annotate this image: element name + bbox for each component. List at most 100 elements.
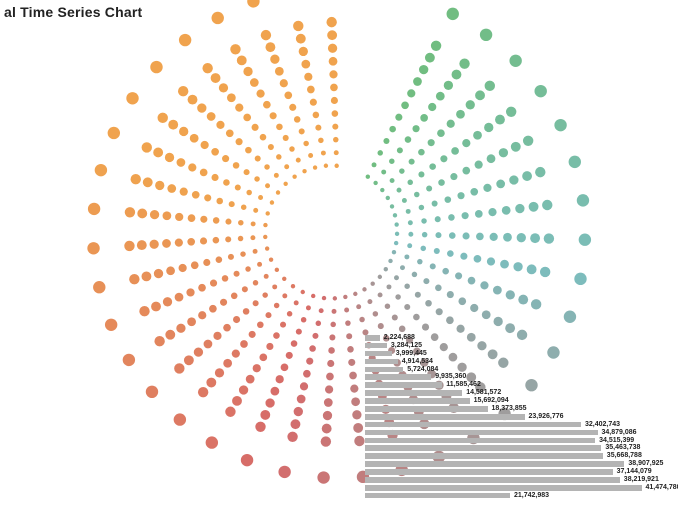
spiral-dot: [480, 281, 488, 289]
spiral-dot: [404, 254, 409, 259]
spiral-dot: [329, 334, 335, 340]
spiral-dot: [483, 184, 491, 192]
spiral-dot: [401, 101, 409, 109]
bar-list: 2,224,6883,284,1253,999,4454,914,5345,72…: [365, 334, 665, 506]
spiral-dot: [426, 186, 432, 192]
spiral-dot: [174, 363, 184, 373]
spiral-dot: [150, 210, 159, 219]
spiral-dot: [412, 272, 418, 278]
bar-row: [365, 500, 665, 508]
bar-row: 35,668,788: [365, 452, 665, 460]
spiral-dot: [470, 304, 478, 312]
spiral-dot: [422, 232, 428, 238]
spiral-dot: [395, 294, 401, 300]
spiral-dot: [529, 202, 539, 212]
spiral-dot: [446, 316, 454, 324]
spiral-dot: [321, 436, 331, 446]
spiral-dot: [211, 174, 218, 181]
spiral-dot: [324, 398, 333, 407]
spiral-dot: [299, 47, 308, 56]
spiral-dot: [309, 345, 316, 352]
bar: [365, 477, 620, 483]
spiral-dot: [155, 181, 164, 190]
bar: [365, 374, 431, 380]
spiral-dot: [490, 233, 498, 241]
spiral-dot: [378, 275, 382, 279]
spiral-dot: [247, 0, 259, 8]
spiral-dot: [482, 310, 491, 319]
spiral-dot: [227, 93, 236, 102]
spiral-dot: [289, 146, 295, 152]
spiral-dot: [211, 148, 219, 156]
spiral-dot: [151, 302, 161, 312]
spiral-dot: [178, 86, 188, 96]
bar: [365, 359, 398, 365]
spiral-dot: [260, 134, 267, 141]
spiral-dot: [535, 167, 545, 177]
spiral-dot: [420, 114, 428, 122]
spiral-dot: [262, 292, 268, 298]
spiral-dot: [222, 155, 229, 162]
spiral-dot: [243, 114, 251, 122]
spiral-dot: [345, 320, 351, 326]
spiral-dot: [234, 271, 240, 277]
spiral-dot: [153, 148, 163, 158]
spiral-dot: [328, 347, 335, 354]
spiral-dot: [407, 243, 412, 248]
spiral-dot: [211, 73, 221, 83]
spiral-dot: [265, 398, 274, 407]
spiral-dot: [392, 250, 396, 254]
spiral-dot: [238, 220, 244, 226]
spiral-dot: [333, 296, 337, 300]
spiral-dot: [415, 292, 421, 298]
spiral-dot: [315, 125, 321, 131]
spiral-dot: [544, 233, 554, 243]
spiral-dot: [87, 242, 99, 254]
spiral-dot: [542, 200, 552, 210]
spiral-dot: [275, 268, 279, 272]
spiral-dot: [286, 352, 293, 359]
spiral-dot: [371, 281, 375, 285]
spiral-dot: [186, 288, 194, 296]
spiral-dot: [456, 325, 464, 333]
spiral-dot: [327, 360, 334, 367]
spiral-dot: [179, 264, 187, 272]
spiral-dot: [137, 240, 147, 250]
spiral-dot: [254, 176, 260, 182]
spiral-dot: [421, 218, 427, 224]
spiral-dot: [402, 198, 407, 203]
spiral-dot: [124, 241, 134, 251]
spiral-dot: [275, 67, 284, 76]
spiral-dot: [269, 257, 273, 261]
spiral-dot: [197, 103, 206, 112]
spiral-dot: [405, 136, 412, 143]
bar: [365, 414, 525, 420]
spiral-dot: [509, 175, 518, 184]
spiral-dot: [240, 251, 246, 256]
spiral-dot: [280, 79, 288, 87]
spiral-dot: [232, 396, 242, 406]
spiral-dot: [451, 147, 459, 155]
spiral-dot: [250, 235, 255, 240]
spiral-dot: [223, 179, 230, 186]
spiral-dot: [333, 137, 339, 143]
spiral-dot: [207, 112, 216, 121]
spiral-dot: [200, 169, 208, 177]
bar: [365, 382, 442, 388]
spiral-dot: [511, 142, 521, 152]
spiral-dot: [301, 290, 305, 294]
spiral-dot: [462, 139, 470, 147]
spiral-dot: [212, 12, 224, 24]
spiral-dot: [540, 267, 550, 277]
spiral-dot: [569, 156, 581, 168]
spiral-dot: [296, 158, 301, 163]
spiral-dot: [494, 317, 503, 326]
spiral-dot: [488, 208, 496, 216]
spiral-dot: [366, 175, 370, 179]
spiral-dot: [457, 192, 464, 199]
spiral-dot: [243, 67, 252, 76]
spiral-dot: [466, 100, 475, 109]
spiral-dot: [291, 340, 298, 347]
spiral-dot: [347, 346, 354, 353]
spiral-dot: [252, 124, 259, 131]
